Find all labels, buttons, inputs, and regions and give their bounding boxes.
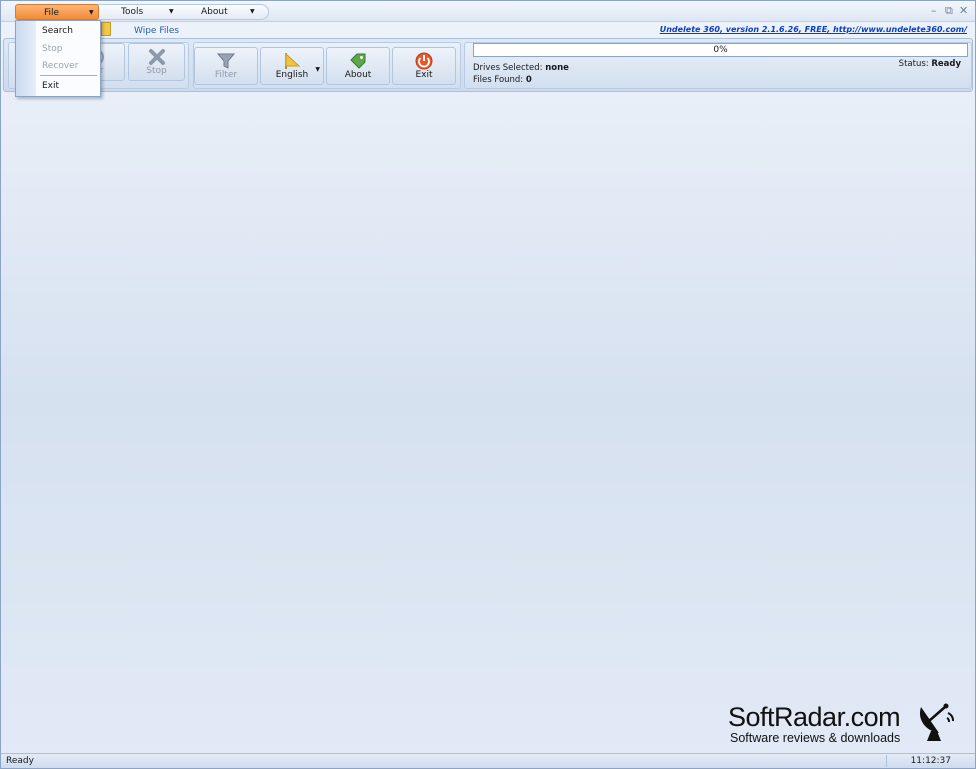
status-bar-time: 11:12:37 (910, 756, 951, 766)
drives-selected-label: Drives Selected: (473, 63, 543, 73)
menu-file[interactable]: File ▼ (15, 4, 99, 20)
tag-icon (350, 53, 366, 69)
power-icon (415, 52, 433, 70)
status-bar-divider (886, 755, 887, 767)
menu-icon-strip (16, 21, 36, 96)
restore-icon[interactable]: ⧉ (945, 4, 953, 18)
ribbon-tab-row: Wipe Files Undelete 360, version 2.1.6.2… (1, 22, 975, 39)
menu-tools[interactable]: Tools ▼ (121, 4, 181, 20)
filter-button-label: Filter (214, 70, 238, 80)
language-button[interactable]: English ▼ (260, 47, 324, 85)
chevron-down-icon: ▼ (315, 66, 320, 73)
folder-icon (101, 22, 111, 36)
menu-file-label: File (44, 8, 60, 18)
close-icon[interactable]: ✕ (959, 4, 968, 18)
menu-item-search[interactable]: Search (42, 25, 73, 37)
tab-wipe-files[interactable]: Wipe Files (134, 24, 179, 38)
menu-item-exit[interactable]: Exit (42, 80, 59, 92)
watermark-title: SoftRadar.com (728, 702, 901, 732)
minimize-icon[interactable]: – (931, 4, 937, 18)
app-window: File ▼ Tools ▼ About ▼ – ⧉ ✕ Wipe Files … (0, 0, 976, 769)
status-info: Status: Ready (899, 59, 961, 70)
watermark-subtitle: Software reviews & downloads (730, 731, 901, 745)
about-button[interactable]: About (326, 47, 390, 85)
about-button-label: About (344, 70, 372, 80)
stop-button[interactable]: Stop (128, 43, 185, 81)
flag-icon (285, 52, 301, 69)
status-bar-text: Ready (6, 756, 34, 766)
status-label: Status: (898, 59, 929, 69)
x-icon (148, 49, 165, 65)
progress-text: 0% (713, 45, 728, 55)
drives-selected: Drives Selected: none (473, 63, 569, 74)
language-button-label: English (275, 70, 309, 80)
exit-button-label: Exit (415, 70, 433, 80)
menu-bar: File ▼ Tools ▼ About ▼ – ⧉ ✕ (1, 1, 975, 22)
drives-selected-value: none (545, 63, 569, 73)
status-bar: Ready 11:12:37 (1, 753, 975, 768)
menu-item-recover[interactable]: Recover (42, 60, 78, 72)
satellite-dish-icon (919, 703, 954, 741)
menu-item-stop[interactable]: Stop (42, 43, 62, 55)
chevron-down-icon: ▼ (250, 8, 255, 15)
files-found-value: 0 (525, 75, 532, 85)
files-found: Files Found: 0 (473, 75, 532, 86)
filter-button[interactable]: Filter (194, 47, 258, 85)
menu-about-label: About (201, 7, 228, 17)
chevron-down-icon: ▼ (169, 8, 174, 15)
progress-bar: 0% (473, 43, 968, 57)
stop-button-label: Stop (146, 66, 167, 76)
exit-button[interactable]: Exit (392, 47, 456, 85)
status-value: Ready (931, 59, 961, 69)
menu-about[interactable]: About ▼ (201, 4, 261, 20)
chevron-down-icon: ▼ (89, 9, 94, 16)
file-menu-dropdown: Search Stop Recover Exit (15, 20, 101, 97)
menu-separator (40, 75, 97, 76)
files-found-label: Files Found: (473, 75, 524, 85)
app-website-link[interactable]: Undelete 360, version 2.1.6.26, FREE, ht… (660, 24, 967, 36)
funnel-icon (216, 53, 236, 69)
menu-tools-label: Tools (121, 7, 144, 17)
